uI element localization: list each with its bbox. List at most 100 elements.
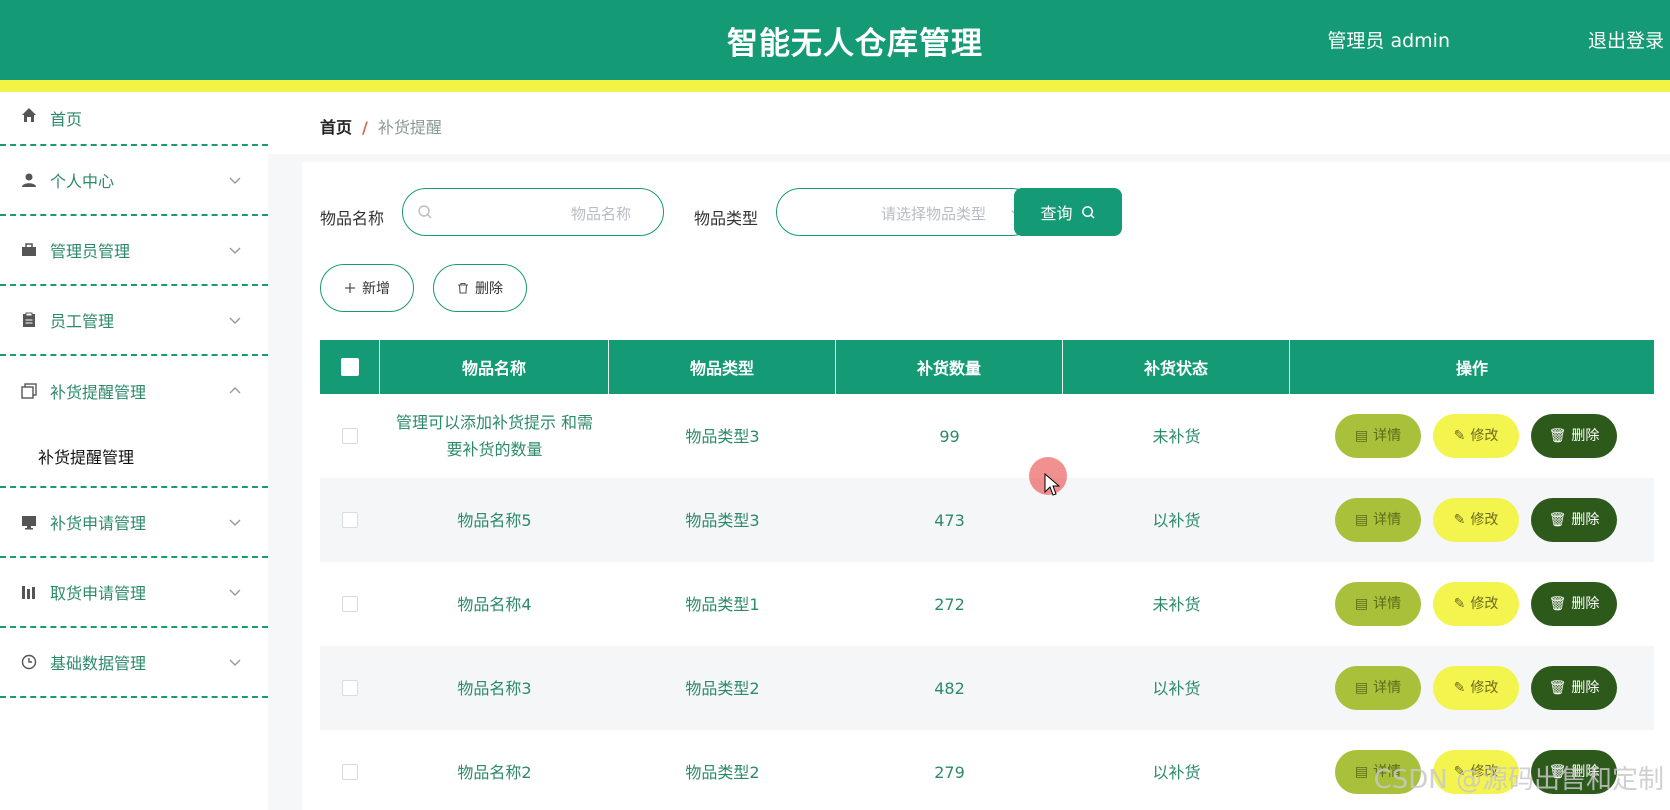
plus-icon [345,283,355,293]
sidebar-group-restock-reminder: 补货提醒管理 补货提醒管理 [0,356,268,488]
table-row: 物品名称5 物品类型3 473 以补货 ▤ 详情 ✎ 修改 🗑 删除 [320,478,1654,562]
sidebar-item-label: 员工管理 [50,312,115,331]
item-name-cell: 物品名称2 [457,762,532,782]
detail-button[interactable]: ▤ 详情 [1335,414,1421,458]
restock-table: 物品名称 物品类型 补货数量 补货状态 操作 管理可以添加补货提示 和需要补货的… [320,340,1654,810]
breadcrumb-separator: / [362,118,368,137]
item-type-cell: 物品类型3 [685,510,760,530]
copy-icon [20,382,38,400]
edit-button[interactable]: ✎ 修改 [1433,414,1519,458]
sidebar-item-staff[interactable]: 员工管理 [0,286,268,356]
detail-button[interactable]: ▤ 详情 [1335,582,1421,626]
query-button-label: 查询 [1040,204,1073,223]
name-search-input[interactable]: 物品名称 [402,188,664,236]
trash-icon [458,282,468,294]
pencil-icon: ✎ [1453,679,1466,696]
column-header: 操作 [1455,359,1488,378]
sidebar-item-home[interactable]: 首页 [0,92,268,146]
chevron-down-icon [229,177,241,184]
table-row: 物品名称3 物品类型2 482 以补货 ▤ 详情 ✎ 修改 🗑 删除 [320,646,1654,730]
mouse-pointer-icon [1044,473,1060,496]
row-select-cell [320,394,380,478]
pencil-icon: ✎ [1453,595,1466,612]
pencil-icon: ✎ [1453,511,1466,528]
sidebar-item-basic-data[interactable]: 基础数据管理 [0,628,268,698]
row-checkbox[interactable] [342,764,358,780]
type-select[interactable]: 请选择物品类型 [776,188,1036,236]
add-button[interactable]: 新增 [320,264,414,312]
detail-button-label: 详情 [1373,595,1402,612]
table-header: 物品名称 物品类型 补货数量 补货状态 操作 [320,340,1654,394]
edit-button[interactable]: ✎ 修改 [1433,582,1519,626]
chevron-down-icon [229,659,241,666]
row-checkbox[interactable] [342,428,358,444]
sidebar-item-label: 基础数据管理 [50,654,147,673]
item-type-cell: 物品类型2 [685,762,760,782]
search-icon [418,205,432,219]
bulk-delete-button[interactable]: 删除 [433,264,527,312]
sidebar-item-restock-apply[interactable]: 补货申请管理 [0,488,268,558]
row-select-cell [320,646,380,730]
bulk-delete-button-label: 删除 [475,281,503,297]
trash-icon: 🗑 [1548,427,1567,444]
detail-button[interactable]: ▤ 详情 [1335,498,1421,542]
restock-qty-cell: 279 [934,762,965,782]
sidebar-item-profile[interactable]: 个人中心 [0,146,268,216]
breadcrumb: 首页 / 补货提醒 [320,114,442,138]
restock-qty-cell: 99 [939,426,960,446]
item-type-cell: 物品类型1 [685,594,760,614]
select-all-checkbox[interactable] [340,358,359,376]
breadcrumb-home[interactable]: 首页 [320,118,352,137]
delete-button[interactable]: 🗑 删除 [1531,666,1617,710]
sidebar-item-label: 取货申请管理 [50,584,147,603]
document-icon: ▤ [1354,511,1369,528]
trash-icon: 🗑 [1548,511,1567,528]
home-icon [20,106,38,124]
edit-button-label: 修改 [1470,511,1499,528]
chevron-down-icon [229,519,241,526]
briefcase-icon [20,241,38,259]
select-all-cell [320,340,380,394]
detail-button[interactable]: ▤ 详情 [1335,666,1421,710]
sidebar-subitem-restock-reminder[interactable]: 补货提醒管理 [0,426,268,486]
restock-qty-cell: 482 [934,678,965,698]
item-name-cell: 物品名称4 [457,594,532,614]
delete-button[interactable]: 🗑 删除 [1531,498,1617,542]
delete-button[interactable]: 🗑 删除 [1531,582,1617,626]
restock-status-cell: 以补货 [1152,762,1201,782]
item-name-cell: 物品名称3 [457,678,532,698]
chart-icon [20,583,38,601]
delete-button-label: 删除 [1571,511,1600,528]
delete-button-label: 删除 [1571,595,1600,612]
sidebar: 首页 个人中心 管理员管理 员工管理 补货提醒管理 补货提醒管理 补货申请管理 … [0,92,268,810]
detail-button-label: 详情 [1373,511,1402,528]
sidebar-item-restock-reminder[interactable]: 补货提醒管理 [0,356,268,426]
row-checkbox[interactable] [342,512,358,528]
delete-button-label: 删除 [1571,679,1600,696]
trash-icon: 🗑 [1548,679,1567,696]
sidebar-item-admin[interactable]: 管理员管理 [0,216,268,286]
row-select-cell [320,730,380,810]
type-search-label: 物品类型 [694,209,759,228]
edit-button[interactable]: ✎ 修改 [1433,666,1519,710]
table-row: 物品名称4 物品类型1 272 未补货 ▤ 详情 ✎ 修改 🗑 删除 [320,562,1654,646]
row-checkbox[interactable] [342,680,358,696]
detail-button-label: 详情 [1373,679,1402,696]
row-checkbox[interactable] [342,596,358,612]
pencil-icon: ✎ [1453,427,1466,444]
top-header: 智能无人仓库管理 管理员 admin 退出登录 [0,0,1670,80]
document-icon: ▤ [1354,427,1369,444]
edit-button[interactable]: ✎ 修改 [1433,498,1519,542]
restock-status-cell: 以补货 [1152,510,1201,530]
query-button[interactable]: 查询 [1014,188,1122,236]
main-content: 首页 / 补货提醒 物品名称 物品名称 物品类型 请选择物品类型 查询 新增 删除 … [268,92,1670,810]
header-stripe [0,80,1670,92]
delete-button[interactable]: 🗑 删除 [1531,414,1617,458]
sidebar-item-pickup-apply[interactable]: 取货申请管理 [0,558,268,628]
breadcrumb-bar: 首页 / 补货提醒 [268,92,1670,154]
item-type-cell: 物品类型2 [685,678,760,698]
clock-icon [20,653,38,671]
logout-link[interactable]: 退出登录 [1588,26,1664,53]
sidebar-item-label: 首页 [50,110,83,129]
chevron-up-icon [229,387,241,394]
